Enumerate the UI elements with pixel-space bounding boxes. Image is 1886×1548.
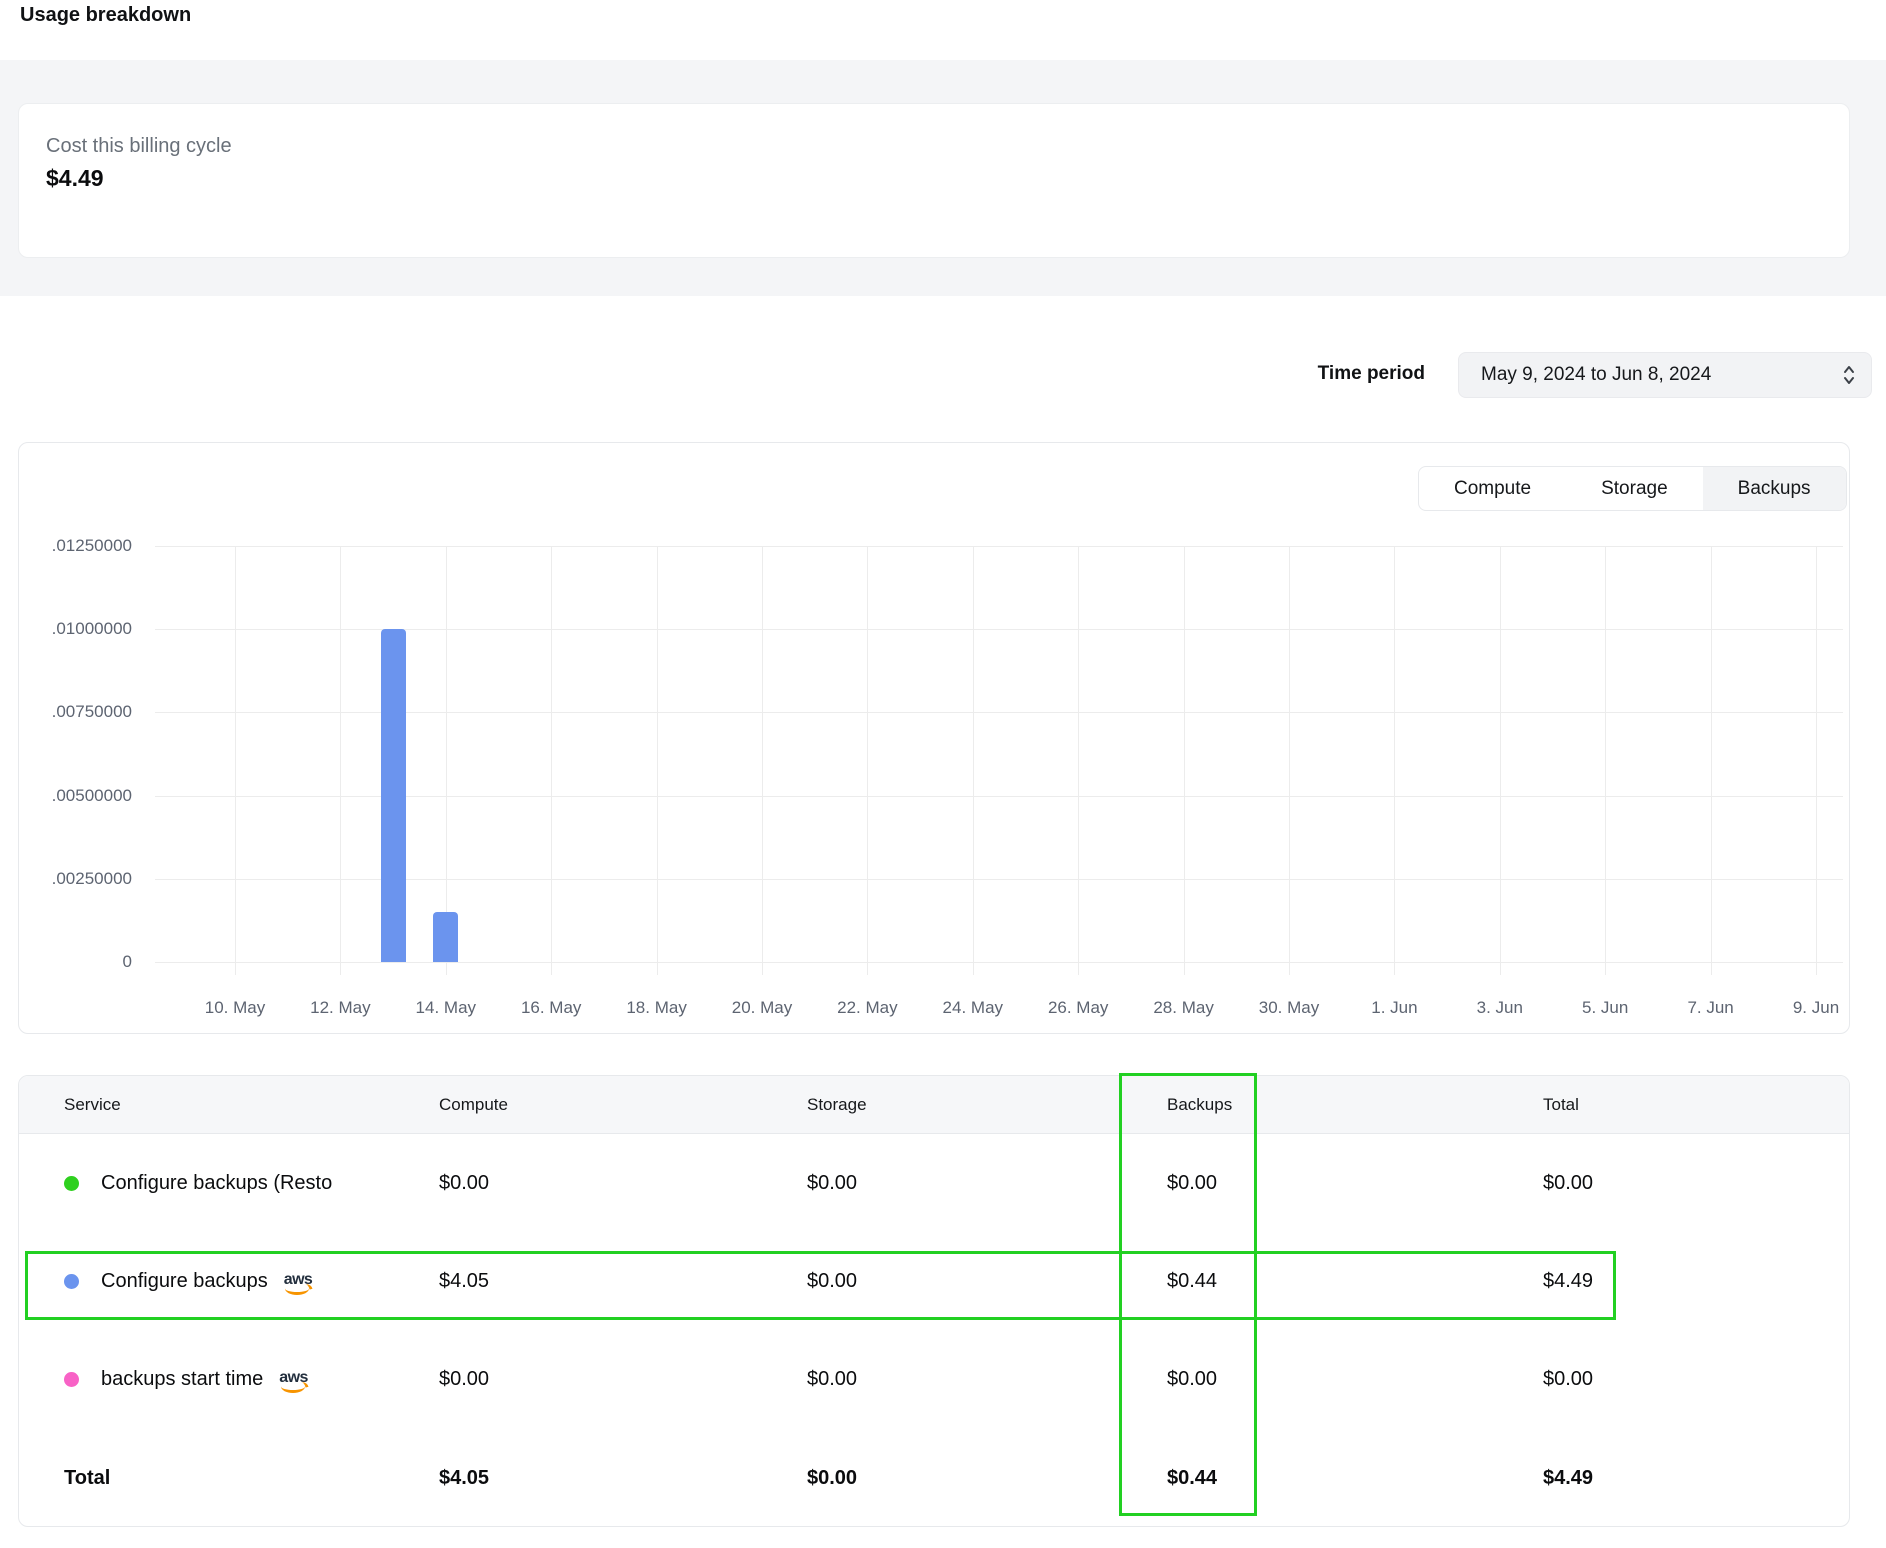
billing-cost-label: Cost this billing cycle [46,135,232,158]
service-color-dot [64,1176,79,1191]
aws-icon: aws [284,1273,312,1295]
table-row: Configure backups (Resto $0.00 $0.00 $0.… [19,1134,1849,1232]
header-compute: Compute [421,1076,508,1133]
table-header-row: Service Compute Storage Backups Total [19,1076,1849,1134]
header-storage: Storage [789,1076,867,1133]
tab-storage[interactable]: Storage [1566,467,1703,510]
usage-chart-card: Compute Storage Backups [18,442,1850,1034]
service-name: Configure backups [101,1270,268,1293]
backups-cost: $0.00 [1149,1134,1217,1232]
total-cost: $4.49 [1525,1232,1593,1330]
total-total: $4.49 [1525,1428,1593,1527]
compute-cost: $0.00 [421,1330,489,1428]
table-row: Configure backups aws $4.05 $0.00 $0.44 … [19,1232,1849,1330]
total-storage: $0.00 [789,1428,857,1527]
total-row-label: Total [46,1428,110,1527]
usage-table: Service Compute Storage Backups Total Co… [18,1075,1850,1527]
storage-cost: $0.00 [789,1134,857,1232]
compute-cost: $0.00 [421,1134,489,1232]
backups-cost: $0.00 [1149,1330,1217,1428]
service-name: backups start time [101,1368,263,1391]
total-backups: $0.44 [1149,1428,1217,1527]
billing-cost-card: Cost this billing cycle $4.49 [18,103,1850,258]
storage-cost: $0.00 [789,1232,857,1330]
total-compute: $4.05 [421,1428,489,1527]
page-title: Usage breakdown [20,4,191,27]
billing-cost-value: $4.49 [46,165,104,192]
table-total-row: Total $4.05 $0.00 $0.44 $4.49 [19,1428,1849,1527]
usage-breakdown-page: Usage breakdown Cost this billing cycle … [0,0,1886,1548]
chart-tab-group: Compute Storage Backups [1418,466,1847,511]
tab-backups[interactable]: Backups [1703,467,1846,510]
compute-cost: $4.05 [421,1232,489,1330]
aws-icon: aws [279,1371,307,1393]
time-period-value: May 9, 2024 to Jun 8, 2024 [1481,364,1711,386]
header-total: Total [1525,1076,1579,1133]
header-backups: Backups [1149,1076,1232,1133]
service-name: Configure backups (Resto [101,1172,332,1195]
total-cost: $0.00 [1525,1134,1593,1232]
total-cost: $0.00 [1525,1330,1593,1428]
header-service: Service [46,1076,121,1133]
service-color-dot [64,1372,79,1387]
backups-cost: $0.44 [1149,1232,1217,1330]
billing-summary-section: Cost this billing cycle $4.49 [0,60,1886,296]
time-period-label: Time period [1185,363,1425,385]
time-period-select[interactable]: May 9, 2024 to Jun 8, 2024 [1458,352,1872,398]
service-color-dot [64,1274,79,1289]
storage-cost: $0.00 [789,1330,857,1428]
tab-compute[interactable]: Compute [1419,467,1566,510]
table-row: backups start time aws $0.00 $0.00 $0.00… [19,1330,1849,1428]
up-down-chevrons-icon [1841,363,1857,387]
